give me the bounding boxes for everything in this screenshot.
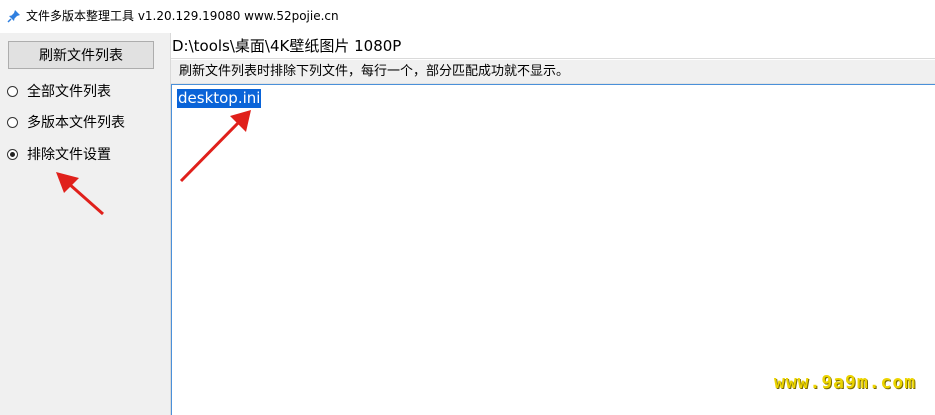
- annotation-arrow-right: [56, 110, 251, 216]
- watermark: www.9a9m.com: [774, 372, 917, 393]
